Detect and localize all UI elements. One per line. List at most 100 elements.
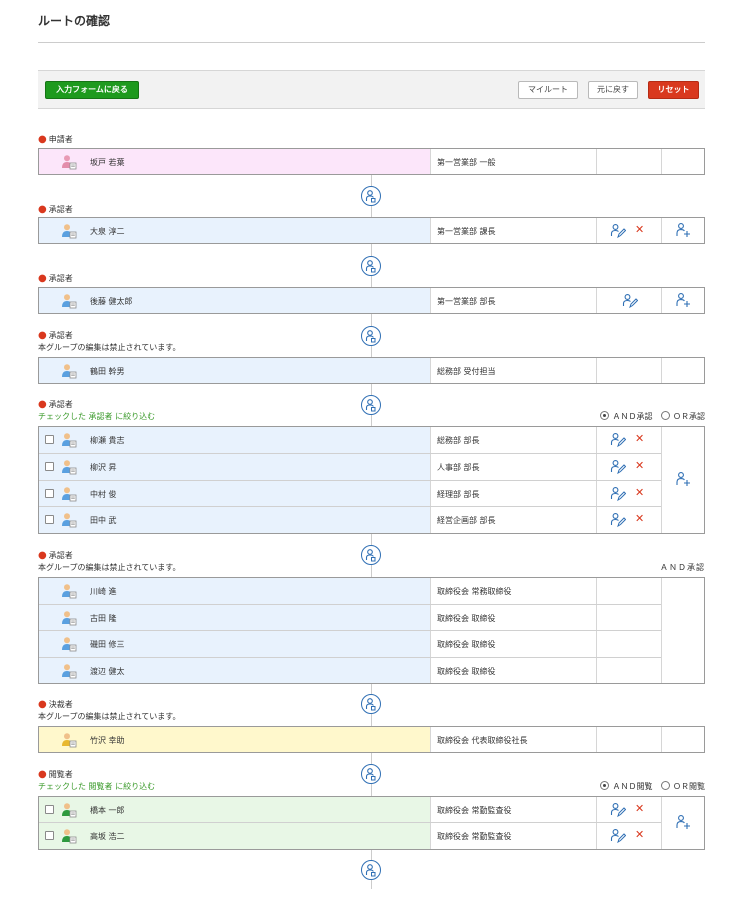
user-name: 橋本 一郎 (90, 806, 125, 815)
row-checkbox[interactable] (45, 831, 54, 840)
position-cell: 経理部 部長 (430, 481, 596, 506)
section-label: ● 承認者 (38, 399, 73, 410)
applicant-group: 坂戸 若葉 第一営業部 一般 (38, 148, 705, 175)
edit-user-icon[interactable] (610, 486, 626, 502)
add-user-icon[interactable] (675, 814, 691, 830)
edit-user-icon[interactable] (610, 802, 626, 818)
add-user-icon[interactable] (675, 471, 691, 487)
add-cell (661, 797, 704, 849)
add-cell (661, 358, 704, 383)
user-avatar-icon (62, 611, 77, 626)
user-avatar-icon (62, 155, 77, 170)
section-label: ● 閲覧者 (38, 769, 73, 780)
action-cell (596, 288, 662, 313)
user-name: 渡辺 健太 (90, 667, 125, 676)
table-row: 鶴田 幹男 総務部 受付担当 (39, 358, 704, 383)
or-view-label[interactable]: ＯＲ閲覧 (673, 782, 705, 791)
undo-button[interactable]: 元に戻す (588, 81, 638, 99)
add-user-icon[interactable] (675, 292, 691, 308)
edit-user-icon[interactable] (622, 293, 638, 309)
position-text: 取締役会 常務取締役 (437, 587, 512, 596)
position-text: 取締役会 取締役 (437, 614, 496, 623)
back-to-form-button[interactable]: 入力フォームに戻る (45, 81, 139, 99)
add-user-icon[interactable] (675, 222, 691, 238)
reset-button[interactable]: リセット (648, 81, 699, 99)
action-cell (596, 149, 662, 174)
name-cell: 古田 隆 (39, 605, 430, 630)
locked-note: 本グループの編集は禁止されています。 (38, 712, 181, 721)
user-name: 鶴田 幹男 (90, 367, 125, 376)
add-step-button[interactable] (361, 545, 381, 565)
approver-group: 柳瀬 貴志 総務部 部長 ✕ 柳沢 昇 人事部 部長 ✕ 中村 俊 経理部 部長… (38, 426, 705, 534)
table-row: 後藤 健太郎 第一営業部 部長 (39, 288, 704, 313)
user-name: 竹沢 幸助 (90, 736, 125, 745)
add-step-button[interactable] (361, 256, 381, 276)
position-text: 第一営業部 一般 (437, 158, 496, 167)
add-approver-icon (365, 549, 376, 562)
or-approval-radio[interactable] (661, 411, 670, 420)
row-checkbox[interactable] (45, 515, 54, 524)
row-checkbox[interactable] (45, 435, 54, 444)
edit-user-icon[interactable] (610, 828, 626, 844)
and-approval-radio[interactable] (600, 411, 610, 420)
row-checkbox[interactable] (45, 489, 54, 498)
delete-x-icon[interactable]: ✕ (635, 803, 644, 815)
edit-user-icon[interactable] (610, 459, 626, 475)
edit-user-icon[interactable] (610, 223, 626, 239)
user-avatar-icon (62, 433, 77, 448)
add-approver-icon (365, 864, 376, 877)
and-view-label[interactable]: ＡＮＤ閲覧 (612, 782, 652, 791)
delete-x-icon[interactable]: ✕ (635, 460, 644, 472)
user-avatar-icon (62, 224, 77, 239)
add-step-button[interactable] (361, 860, 381, 880)
name-cell: 坂戸 若葉 (39, 149, 430, 174)
row-checkbox[interactable] (45, 805, 54, 814)
view-mode-selector: ＡＮＤ閲覧 ＯＲ閲覧 (594, 781, 705, 792)
position-cell: 取締役会 取締役 (430, 658, 596, 683)
filter-checked-approvers-link[interactable]: チェックした 承認者 に絞り込む (38, 411, 155, 422)
table-row: 坂戸 若葉 第一営業部 一般 (39, 149, 704, 174)
delete-x-icon[interactable]: ✕ (635, 513, 644, 525)
position-text: 取締役会 取締役 (437, 640, 496, 649)
user-avatar-icon (62, 803, 77, 818)
action-cell: ✕ (596, 507, 662, 533)
edit-user-icon[interactable] (610, 432, 626, 448)
or-view-radio[interactable] (661, 781, 670, 790)
add-step-button[interactable] (361, 395, 381, 415)
add-step-button[interactable] (361, 326, 381, 346)
add-cell (661, 427, 704, 533)
position-cell: 取締役会 取締役 (430, 605, 596, 630)
edit-user-icon[interactable] (610, 512, 626, 528)
user-name: 川崎 進 (90, 587, 117, 596)
delete-x-icon[interactable]: ✕ (635, 224, 644, 236)
row-checkbox[interactable] (45, 462, 54, 471)
page-title: ルートの確認 (38, 14, 111, 28)
or-approval-label[interactable]: ＯＲ承認 (673, 412, 705, 421)
user-name: 磯田 修三 (90, 640, 125, 649)
and-view-radio[interactable] (600, 781, 610, 790)
table-row: 渡辺 健太 取締役会 取締役 (39, 658, 704, 683)
user-name: 古田 隆 (90, 614, 117, 623)
delete-x-icon[interactable]: ✕ (635, 487, 644, 499)
position-cell: 取締役会 常務取締役 (430, 578, 596, 604)
table-row: 高坂 浩二 取締役会 常勤監査役 ✕ (39, 823, 704, 849)
my-route-button[interactable]: マイルート (518, 81, 578, 99)
bullet-icon: ● (38, 399, 47, 410)
add-step-button[interactable] (361, 694, 381, 714)
add-step-button[interactable] (361, 186, 381, 206)
action-cell (596, 631, 662, 657)
table-row: 古田 隆 取締役会 取締役 (39, 605, 704, 631)
table-row: 柳沢 昇 人事部 部長 ✕ (39, 454, 704, 481)
user-avatar-icon (62, 487, 77, 502)
name-cell: 田中 武 (39, 507, 430, 533)
filter-checked-viewers-link[interactable]: チェックした 閲覧者 に絞り込む (38, 781, 155, 792)
position-text: 経理部 部長 (437, 490, 480, 499)
table-row: 磯田 修三 取締役会 取締役 (39, 631, 704, 658)
add-step-button[interactable] (361, 764, 381, 784)
delete-x-icon[interactable]: ✕ (635, 829, 644, 841)
add-approver-icon (365, 260, 376, 273)
and-approval-label[interactable]: ＡＮＤ承認 (612, 412, 652, 421)
delete-x-icon[interactable]: ✕ (635, 433, 644, 445)
user-name: 後藤 健太郎 (90, 297, 133, 306)
action-cell (596, 727, 662, 752)
